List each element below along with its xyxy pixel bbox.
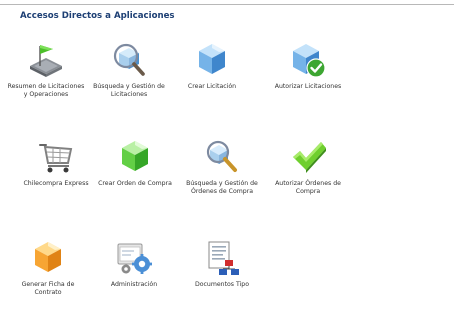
shortcut-administracion[interactable]: Administración (88, 238, 180, 308)
shortcut-label: Documentos Tipo (194, 281, 250, 288)
shortcut-label: Búsqueda y Gestión de Licitaciones (93, 83, 165, 98)
shortcut-documentos-tipo[interactable]: Documentos Tipo (176, 238, 268, 308)
shortcut-generar-ficha-contrato[interactable]: Generar Ficha de Contrato (2, 238, 94, 308)
shortcut-label: Autorizar Órdenes de Compra (275, 180, 341, 195)
shortcut-label: Resumen de Licitaciones y Operaciones (7, 83, 85, 98)
section-divider (0, 4, 454, 5)
shortcut-resumen-licitaciones[interactable]: Resumen de Licitaciones y Operaciones (0, 40, 92, 110)
magnifier-cube-icon[interactable] (109, 40, 149, 80)
green-checkmark-icon[interactable] (288, 137, 328, 177)
shortcut-label: Autorizar Licitaciones (274, 83, 342, 90)
flag-map-icon[interactable] (26, 40, 66, 80)
shortcut-crear-orden-compra[interactable]: Crear Orden de Compra (89, 137, 181, 207)
shortcut-autorizar-licitaciones[interactable]: Autorizar Licitaciones (262, 40, 354, 110)
shortcut-label: Crear Licitación (187, 83, 237, 90)
shortcut-label: Generar Ficha de Contrato (21, 281, 75, 296)
magnifier-green-icon[interactable] (202, 137, 242, 177)
admin-gears-icon[interactable] (114, 238, 154, 278)
document-templates-icon[interactable] (202, 238, 242, 278)
green-cube-icon[interactable] (115, 137, 155, 177)
shortcut-label: Administración (110, 281, 158, 288)
shortcut-label: Crear Orden de Compra (98, 180, 172, 187)
shopping-cart-icon[interactable] (36, 137, 76, 177)
shortcut-label: Búsqueda y Gestión de Órdenes de Compra (186, 180, 258, 195)
orange-cube-icon[interactable] (28, 238, 68, 278)
section-header: Accesos Directos a Aplicaciones (0, 0, 454, 28)
shortcut-busqueda-ordenes-compra[interactable]: Búsqueda y Gestión de Órdenes de Compra (176, 137, 268, 207)
shortcut-crear-licitacion[interactable]: Crear Licitación (166, 40, 258, 110)
shortcut-autorizar-ordenes-compra[interactable]: Autorizar Órdenes de Compra (262, 137, 354, 207)
shortcut-busqueda-licitaciones[interactable]: Búsqueda y Gestión de Licitaciones (83, 40, 175, 110)
section-title: Accesos Directos a Aplicaciones (20, 11, 175, 21)
cube-checkmark-icon[interactable] (288, 40, 328, 80)
blue-cube-icon[interactable] (192, 40, 232, 80)
